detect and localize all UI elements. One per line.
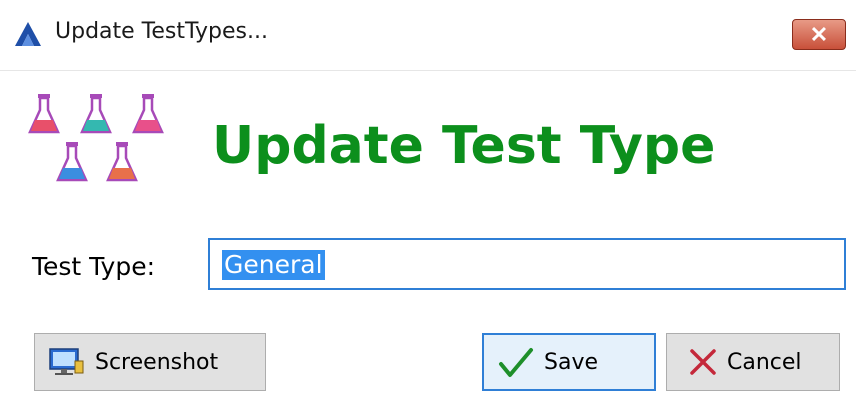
screenshot-label: Screenshot [95, 349, 219, 375]
window-title: Update TestTypes... [55, 19, 268, 44]
update-test-types-dialog: Update TestTypes... ✕ Update Test Type T… [0, 0, 856, 405]
close-icon: ✕ [809, 21, 829, 47]
checkmark-icon [499, 348, 533, 377]
close-button[interactable]: ✕ [792, 19, 846, 50]
cancel-button[interactable]: Cancel [666, 333, 840, 391]
save-label: Save [544, 349, 599, 375]
app-logo-icon [15, 22, 41, 46]
test-type-label: Test Type: [32, 252, 156, 281]
cancel-label: Cancel [727, 349, 802, 375]
page-title: Update Test Type [212, 116, 716, 176]
cancel-x-icon [690, 349, 716, 375]
test-type-input[interactable]: General [208, 238, 846, 290]
screenshot-button[interactable]: Screenshot [34, 333, 266, 391]
save-button[interactable]: Save [482, 333, 656, 391]
test-type-value: General [222, 250, 325, 280]
screenshot-icon [49, 348, 84, 375]
flasks-icon [28, 94, 164, 182]
title-bar[interactable]: Update TestTypes... ✕ [0, 0, 856, 71]
